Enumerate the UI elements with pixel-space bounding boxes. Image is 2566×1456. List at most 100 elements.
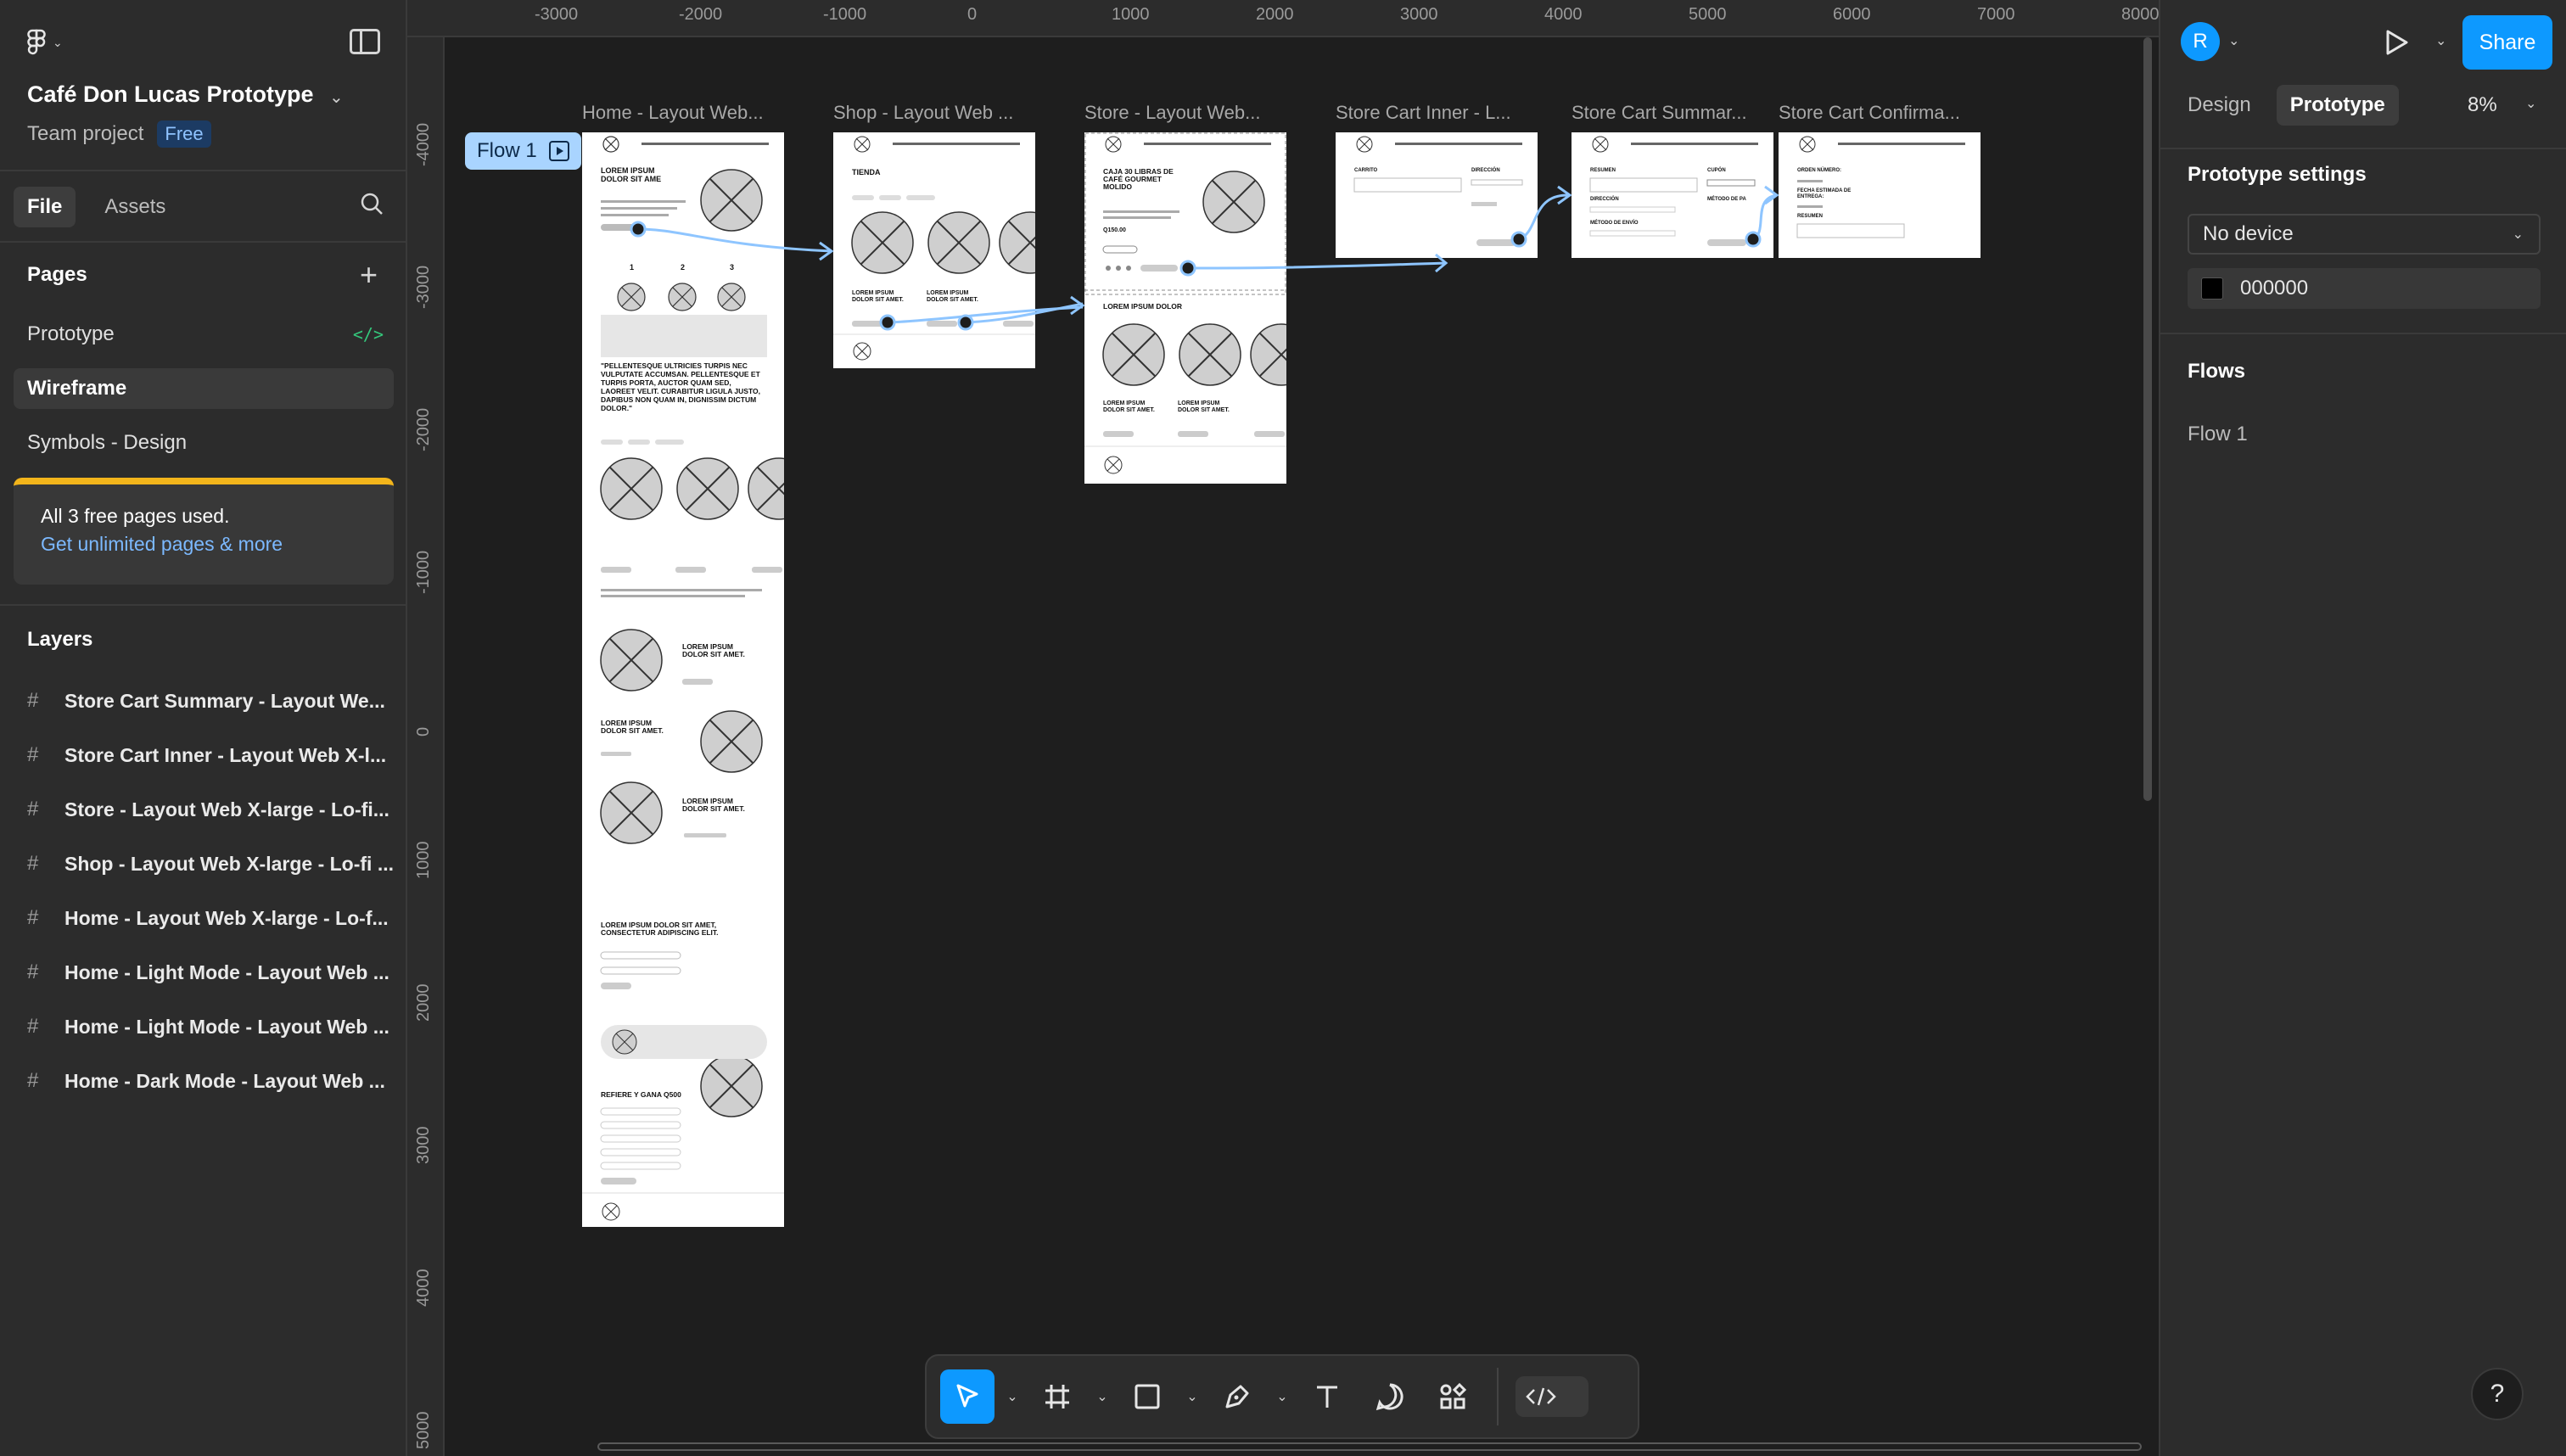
main-menu-button[interactable]: ⌄ [27, 27, 78, 58]
store-price: Q150.00 [1103, 227, 1126, 233]
layer-item[interactable]: # Home - Light Mode - Layout Web ... [27, 952, 394, 993]
move-tool-button[interactable] [940, 1369, 994, 1424]
present-play-icon[interactable] [2384, 29, 2410, 56]
project-name[interactable]: Café Don Lucas Prototype [27, 81, 314, 108]
layer-item[interactable]: # Home - Light Mode - Layout Web ... [27, 1006, 394, 1047]
tab-prototype[interactable]: Prototype [2276, 85, 2399, 126]
left-panel-header: ⌄ [0, 0, 406, 85]
product-label: LOREM IPSUM DOLOR SIT AMET. [1103, 400, 1155, 413]
comment-icon [1375, 1383, 1403, 1411]
chevron-down-icon[interactable]: ⌄ [1093, 1388, 1112, 1405]
cart-summary-shipping: MÉTODO DE ENVÍO [1590, 221, 1639, 226]
zoom-level[interactable]: 8% [2468, 93, 2497, 117]
add-page-icon[interactable]: + [360, 260, 378, 290]
home-wireframe [582, 136, 784, 1221]
shop-heading: TIENDA [852, 168, 881, 176]
layer-label: Home - Dark Mode - Layout Web ... [64, 1069, 385, 1092]
store-heading: CAJA 30 LIBRAS DE CAFÉ GOURMET MOLIDO [1103, 167, 1174, 191]
components-icon [1440, 1382, 1467, 1409]
frame-title[interactable]: Store - Layout Web... [1084, 102, 1288, 124]
horizontal-scrollbar[interactable] [597, 1442, 2142, 1451]
chevron-down-icon[interactable]: ⌄ [1183, 1388, 1202, 1405]
pen-tool-button[interactable] [1210, 1369, 1264, 1424]
layer-item[interactable]: # Store Cart Inner - Layout Web X-l... [27, 735, 394, 776]
chevron-down-icon[interactable]: ⌄ [329, 87, 344, 108]
layer-label: Home - Light Mode - Layout Web ... [64, 1015, 389, 1038]
rectangle-icon [1135, 1384, 1160, 1409]
page-item-wireframe[interactable]: Wireframe [14, 368, 394, 409]
frame-home[interactable]: LOREM IPSUM DOLOR SIT AME 1 2 3 "PELLENT… [582, 132, 784, 1227]
layers-title: Layers [27, 628, 93, 651]
share-button[interactable]: Share [2462, 15, 2552, 70]
chevron-down-icon[interactable]: ⌄ [2525, 95, 2536, 112]
text-tool-button[interactable] [1300, 1369, 1354, 1424]
ruler-tick-label: -3000 [535, 5, 579, 24]
frame-cart-summary[interactable]: RESUMEN CUPÓN DIRECCIÓN MÉTODO DE PA MÉT… [1572, 132, 1773, 258]
store-subheading: LOREM IPSUM DOLOR [1103, 302, 1183, 311]
search-icon[interactable] [360, 192, 384, 216]
frame-title[interactable]: Store Cart Inner - L... [1336, 102, 1539, 124]
actions-tool-button[interactable] [1426, 1369, 1480, 1424]
flow-start-badge[interactable]: Flow 1 [465, 132, 581, 170]
frame-title[interactable]: Store Cart Confirma... [1779, 102, 1982, 124]
background-color-value[interactable]: 000000 [2240, 277, 2308, 300]
chevron-down-icon: ⌄ [2512, 227, 2524, 242]
frame-title[interactable]: Home - Layout Web... [582, 102, 786, 124]
canvas[interactable]: Flow 1 Home - Layout Web... Shop - Layou… [445, 37, 2159, 1456]
chevron-down-icon[interactable]: ⌄ [1273, 1388, 1291, 1405]
device-select[interactable]: No device ⌄ [2188, 214, 2541, 255]
tab-design[interactable]: Design [2174, 85, 2265, 126]
chevron-down-icon[interactable]: ⌄ [1003, 1388, 1022, 1405]
ruler-tick-label: 1000 [1112, 5, 1150, 24]
frame-cart-confirmation[interactable]: ORDEN NÚMERO: FECHA ESTIMADA DE ENTREGA:… [1779, 132, 1981, 258]
layer-item[interactable]: # Store Cart Summary - Layout We... [27, 680, 394, 721]
sidebar-toggle-icon[interactable] [350, 29, 380, 54]
vertical-scrollbar[interactable] [2143, 37, 2152, 801]
dev-mode-toggle[interactable] [1516, 1376, 1588, 1417]
page-item-symbols-design[interactable]: Symbols - Design [14, 423, 394, 463]
frame-title[interactable]: Store Cart Summar... [1572, 102, 1775, 124]
cart-summary-payment: MÉTODO DE PA [1707, 197, 1746, 202]
upgrade-link[interactable]: Get unlimited pages & more [41, 533, 367, 556]
frame-store[interactable]: CAJA 30 LIBRAS DE CAFÉ GOURMET MOLIDO Q1… [1084, 132, 1286, 484]
home-step: 1 [630, 263, 635, 272]
team-label: Team project [27, 122, 144, 145]
plan-badge: Free [157, 120, 211, 148]
page-item-prototype[interactable]: Prototype </> [14, 314, 394, 355]
tab-file[interactable]: File [14, 187, 76, 227]
code-icon: </> [352, 324, 384, 344]
chevron-down-icon: ⌄ [53, 35, 63, 49]
frame-title[interactable]: Shop - Layout Web ... [833, 102, 1037, 124]
page-label: Prototype [27, 322, 115, 345]
frame-icon: # [27, 906, 39, 929]
frame-tool-button[interactable] [1030, 1369, 1084, 1424]
ruler-tick-label: 7000 [1977, 5, 2015, 24]
chevron-down-icon[interactable]: ⌄ [2435, 32, 2446, 49]
chevron-down-icon[interactable]: ⌄ [2228, 32, 2239, 49]
play-flow-icon[interactable] [548, 141, 569, 161]
divider [2160, 333, 2566, 334]
color-swatch[interactable] [2201, 277, 2223, 300]
properties-tabs: Design Prototype [2174, 85, 2399, 126]
ruler-tick-label: 6000 [1833, 5, 1871, 24]
cart-inner-wireframe [1353, 136, 1523, 246]
help-button[interactable]: ? [2471, 1368, 2524, 1420]
frame-shop[interactable]: TIENDA LOREM IPSUM DOLOR SIT AMET. LOREM… [833, 132, 1035, 368]
ruler-tick-label: 5000 [414, 1411, 433, 1450]
layer-item[interactable]: # Shop - Layout Web X-large - Lo-fi ... [27, 843, 394, 884]
comment-tool-button[interactable] [1363, 1369, 1417, 1424]
ruler-tick-label: 1000 [414, 841, 433, 880]
layer-item[interactable]: # Home - Dark Mode - Layout Web ... [27, 1061, 394, 1101]
flow-item[interactable]: Flow 1 [2188, 423, 2248, 446]
ruler-tick-label: -3000 [414, 265, 433, 309]
background-color-field[interactable]: 000000 [2188, 268, 2541, 309]
device-value: No device [2203, 222, 2294, 245]
tab-assets[interactable]: Assets [91, 187, 179, 227]
layer-item[interactable]: # Store - Layout Web X-large - Lo-fi... [27, 789, 394, 830]
frame-cart-inner[interactable]: CARRITO DIRECCIÓN [1336, 132, 1538, 258]
layer-item[interactable]: # Home - Layout Web X-large - Lo-f... [27, 898, 394, 938]
ruler-tick-label: 3000 [414, 1126, 433, 1165]
ruler-tick-label: -2000 [679, 5, 723, 24]
user-avatar[interactable]: R [2181, 22, 2220, 61]
shape-tool-button[interactable] [1120, 1369, 1174, 1424]
